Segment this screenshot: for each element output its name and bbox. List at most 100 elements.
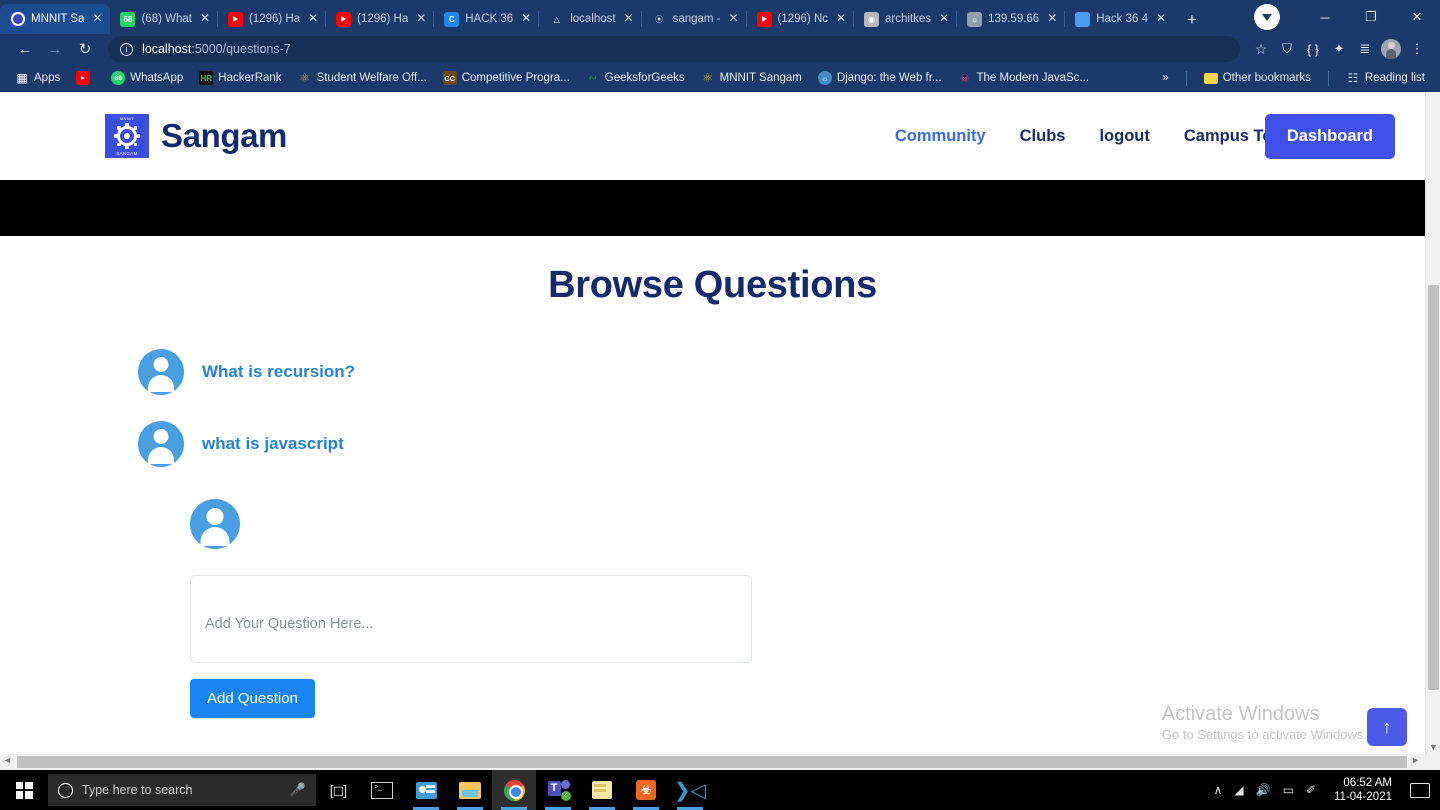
browser-tab[interactable]: (1296) Nc ✕ [745,4,855,34]
tab-close-icon[interactable]: ✕ [90,12,104,26]
tab-close-icon[interactable]: ✕ [414,12,428,26]
taskbar-app-vs-code[interactable]: ❯◁ [668,770,712,810]
browser-tab[interactable]: C HACK 36 ✕ [433,4,539,34]
primary-nav: Community Clubs logout Campus Tour [895,92,1289,180]
tab-close-icon[interactable]: ✕ [834,12,848,26]
bookmark-mnnit-sangam[interactable]: ⚛ MNNIT Sangam [694,69,809,87]
shield-icon[interactable]: ⛉ [1274,36,1300,62]
browser-tab[interactable]: (1296) Ha ✕ [325,4,434,34]
browser-tab[interactable]: (1296) Ha ✕ [216,4,326,34]
hack36-favicon: C [444,11,460,27]
other-bookmarks-button[interactable]: Other bookmarks [1197,70,1318,86]
profile-avatar-icon[interactable] [1378,36,1404,62]
devtools-icon[interactable]: { } [1300,36,1326,62]
reading-list-icon[interactable]: ≣ [1352,36,1378,62]
taskbar-app-teams[interactable]: T ✓ [536,770,580,810]
browser-tab[interactable]: MNNIT Sa ✕ [0,4,111,34]
tab-close-icon[interactable]: ✕ [937,12,951,26]
browser-tab[interactable]: 68 (68) What ✕ [110,4,218,34]
list-item[interactable]: What is recursion? [138,349,1425,395]
taskbar-app-chrome[interactable] [492,770,536,810]
clock[interactable]: 06:52 AM 11-04-2021 [1328,776,1398,804]
new-tab-button[interactable]: + [1178,6,1206,34]
bookmark-hackerrank[interactable]: HR HackerRank [192,69,288,87]
bookmark-star-icon[interactable]: ☆ [1248,36,1274,62]
nav-item-community[interactable]: Community [895,127,986,146]
tab-close-icon[interactable]: ✕ [306,12,320,26]
reading-list-button[interactable]: ☷ Reading list [1339,69,1432,87]
bookmark-student-welfare[interactable]: ⚛ Student Welfare Off... [291,69,434,87]
taskbar-app-file-explorer[interactable] [448,770,492,810]
start-button[interactable] [0,770,48,810]
question-link[interactable]: what is javascript [202,434,344,454]
action-center-icon[interactable] [1410,782,1430,798]
task-view-button[interactable]: [◻] [316,770,360,810]
bookmark-geeksforgeeks[interactable]: ∾ GeeksforGeeks [579,69,692,87]
maximize-button[interactable]: ❐ [1348,0,1394,34]
minimize-button[interactable]: ─ [1302,0,1348,34]
brand-logo-link[interactable]: MNNIT SANGAM Sangam [105,114,287,158]
bookmark-label: HackerRank [218,72,282,84]
address-bar[interactable]: i localhost:5000/questions-7 [108,36,1240,62]
list-item[interactable]: what is javascript [138,421,1425,467]
tab-close-icon[interactable]: ✕ [1154,12,1168,26]
horizontal-scrollbar[interactable]: ◄ ► [0,754,1440,770]
taskbar-app-contacts[interactable] [404,770,448,810]
tray-expand-chevron-icon[interactable]: ∧ [1214,783,1223,797]
whatsapp-favicon: 68 [120,11,136,27]
browser-tab[interactable]: ◉ architkes ✕ [853,4,957,34]
windows-taskbar: Type here to search 🎤 [◻] >_ T ✓ ☣ ❯◁ ∧ … [0,770,1440,810]
extensions-icon[interactable]: ✦ [1326,36,1352,62]
bookmark-competitive-programming[interactable]: CC Competitive Progra... [436,69,577,87]
taskbar-search[interactable]: Type here to search 🎤 [48,774,316,806]
bookmark-youtube[interactable] [69,69,102,87]
close-window-button[interactable]: ✕ [1394,0,1440,34]
scroll-left-arrow-icon[interactable]: ◄ [3,755,12,765]
taskbar-app-terminal[interactable]: >_ [360,770,404,810]
scroll-to-top-button[interactable]: ↑ [1367,708,1407,746]
bookmark-django[interactable]: ☼ Django: the Web fr... [811,69,949,87]
bookmarks-bar: ▦ Apps 68 WhatsApp HR HackerRank ⚛ Stude… [0,64,1440,92]
site-info-icon[interactable]: i [120,42,133,56]
chrome-menu-icon[interactable]: ⋮ [1404,36,1430,62]
bookmarks-overflow-button[interactable]: » [1155,70,1175,86]
taskbar-app-xampp[interactable]: ☣ [624,770,668,810]
tab-close-icon[interactable]: ✕ [622,12,636,26]
back-icon[interactable]: ← [10,35,40,63]
bookmark-apps[interactable]: ▦ Apps [8,69,67,87]
bookmark-modern-javascript[interactable]: ☠ The Modern JavaSc... [951,69,1097,87]
tab-title: Hack 36 4 [1096,13,1148,25]
microphone-icon[interactable]: 🎤 [290,782,306,798]
browser-tab[interactable]: Hack 36 4 ✕ [1064,4,1174,34]
add-question-button[interactable]: Add Question [190,679,315,718]
nav-item-clubs[interactable]: Clubs [1020,127,1066,146]
vertical-scrollbar-thumb[interactable] [1428,285,1439,690]
horizontal-scrollbar-thumb[interactable] [17,756,1407,768]
pen-icon[interactable]: ✐ [1306,783,1316,797]
sangam-logo-icon: MNNIT SANGAM [105,114,149,158]
question-link[interactable]: What is recursion? [202,362,355,382]
vertical-scrollbar[interactable]: ▼ [1425,92,1440,754]
tab-title: localhost [570,13,616,25]
browser-tab[interactable]: ☼ 139.59.66 ✕ [956,4,1065,34]
profile-chip-icon[interactable] [1254,4,1280,30]
scroll-down-arrow-icon[interactable]: ▼ [1426,742,1440,752]
dashboard-button[interactable]: Dashboard [1264,114,1395,159]
reading-list-icon: ☷ [1347,71,1359,85]
scroll-right-arrow-icon[interactable]: ► [1411,755,1420,765]
tab-close-icon[interactable]: ✕ [1045,12,1059,26]
reload-icon[interactable]: ↻ [70,35,100,63]
bookmark-whatsapp[interactable]: 68 WhatsApp [104,69,190,87]
volume-icon[interactable]: 🔊 [1256,783,1271,797]
taskbar-app-sticky-notes[interactable] [580,770,624,810]
nav-item-logout[interactable]: logout [1099,127,1149,146]
tab-close-icon[interactable]: ✕ [519,12,533,26]
question-input[interactable]: Add Your Question Here... [190,575,752,663]
browser-tab[interactable]: ⦿ sangam - ✕ [640,4,747,34]
browser-tab[interactable]: △ localhost ✕ [538,4,641,34]
forward-icon[interactable]: → [40,35,70,63]
wifi-icon[interactable]: ◢ [1234,783,1243,797]
tab-close-icon[interactable]: ✕ [727,12,741,26]
battery-icon[interactable]: ▭ [1283,783,1294,797]
tab-close-icon[interactable]: ✕ [198,12,212,26]
